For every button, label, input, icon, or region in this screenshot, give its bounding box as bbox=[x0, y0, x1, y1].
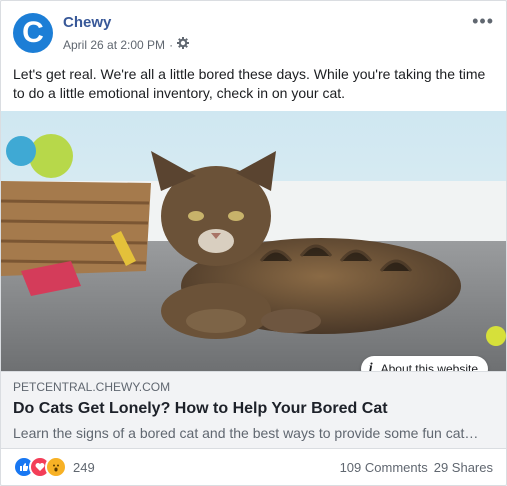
link-preview-image[interactable] bbox=[1, 111, 506, 371]
link-headline[interactable]: Do Cats Get Lonely? How to Help Your Bor… bbox=[13, 400, 388, 418]
meta-separator: · bbox=[169, 37, 174, 52]
gear-icon bbox=[177, 37, 190, 52]
post-card: C Chewy April 26 at 2:00 PM · ••• Let's … bbox=[0, 0, 507, 486]
shares-count[interactable]: 29 Shares bbox=[434, 460, 493, 475]
comments-count[interactable]: 109 Comments bbox=[340, 460, 428, 475]
post-text: Let's get real. We're all a little bored… bbox=[13, 66, 486, 101]
link-domain: PETCENTRAL.CHEWY.COM bbox=[13, 380, 171, 394]
avatar-letter: C bbox=[22, 15, 44, 49]
link-preview[interactable]: PETCENTRAL.CHEWY.COM Do Cats Get Lonely?… bbox=[1, 371, 506, 449]
avatar[interactable]: C bbox=[13, 13, 53, 53]
wow-reaction-icon bbox=[45, 456, 67, 478]
more-options-icon[interactable]: ••• bbox=[472, 11, 494, 32]
reactions-summary[interactable]: 249 bbox=[13, 456, 95, 478]
post-meta: April 26 at 2:00 PM · bbox=[63, 37, 190, 52]
link-description: Learn the signs of a bored cat and the b… bbox=[13, 425, 479, 441]
engagement-counts: 109 Comments 29 Shares bbox=[340, 460, 493, 475]
author-name[interactable]: Chewy bbox=[63, 14, 111, 31]
reaction-count: 249 bbox=[73, 459, 95, 475]
timestamp[interactable]: April 26 at 2:00 PM bbox=[63, 38, 165, 52]
post-stats: 249 109 Comments 29 Shares bbox=[13, 456, 493, 478]
